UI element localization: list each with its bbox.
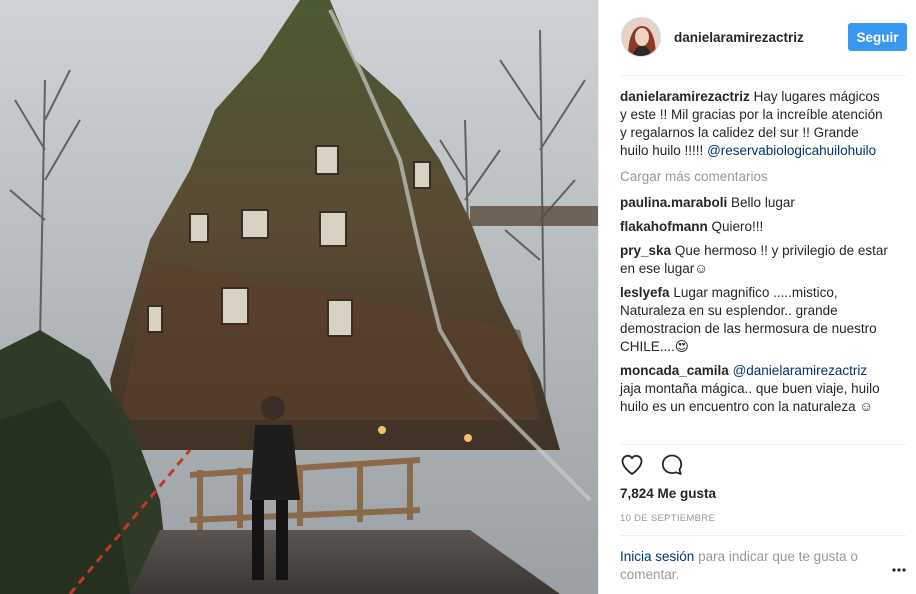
header-username[interactable]: danielaramirezactriz (674, 30, 804, 45)
post-date[interactable]: 10 DE SEPTIEMBRE (620, 513, 715, 524)
post-side-panel: danielaramirezactriz Seguir danielaramir… (598, 0, 916, 594)
avatar[interactable] (621, 17, 661, 57)
photo-illustration (0, 0, 598, 594)
heart-icon[interactable] (620, 453, 644, 477)
comment-item: flakahofmann Quiero!!! (620, 218, 890, 236)
caption: danielaramirezactriz Hay lugares mágicos… (620, 88, 890, 160)
login-link[interactable]: Inicia sesión (620, 549, 694, 564)
caption-username[interactable]: danielaramirezactriz (620, 89, 750, 104)
post-photo[interactable] (0, 0, 598, 594)
comment-text: Quiero!!! (711, 219, 764, 234)
comment-username[interactable]: paulina.maraboli (620, 195, 727, 210)
comments-section: danielaramirezactriz Hay lugares mágicos… (620, 88, 890, 422)
post-header: danielaramirezactriz Seguir (599, 0, 916, 74)
comment-text: Bello lugar (731, 195, 795, 210)
comment-text: jaja montaña mágica.. que buen viaje, hu… (620, 381, 880, 414)
comment-item: paulina.maraboli Bello lugar (620, 194, 890, 212)
action-bar (620, 453, 684, 477)
comment-icon[interactable] (660, 453, 684, 477)
avatar-image (622, 18, 660, 56)
comment-username[interactable]: flakahofmann (620, 219, 708, 234)
load-more-comments-link[interactable]: Cargar más comentarios (620, 168, 890, 186)
more-options-icon[interactable] (892, 567, 906, 573)
comment-item: pry_ska Que hermoso !! y privilegio de e… (620, 242, 890, 278)
comment-mention-link[interactable]: @danielaramirezactriz (733, 363, 868, 378)
divider (620, 75, 906, 76)
comment-username[interactable]: leslyefa (620, 285, 670, 300)
likes-count[interactable]: 7,824 Me gusta (620, 486, 716, 501)
comment-item: leslyefa Lugar magnifico .....mistico, N… (620, 284, 890, 356)
divider (620, 535, 906, 536)
login-prompt: Inicia sesión para indicar que te gusta … (620, 548, 882, 584)
comment-item: moncada_camila @danielaramirezactriz jaj… (620, 362, 890, 416)
comment-username[interactable]: moncada_camila (620, 363, 729, 378)
caption-mention-link[interactable]: @reservabiologicahuilohuilo (707, 143, 876, 158)
divider (620, 444, 906, 445)
instagram-post: danielaramirezactriz Seguir danielaramir… (0, 0, 916, 594)
comment-username[interactable]: pry_ska (620, 243, 671, 258)
follow-button[interactable]: Seguir (848, 23, 907, 51)
